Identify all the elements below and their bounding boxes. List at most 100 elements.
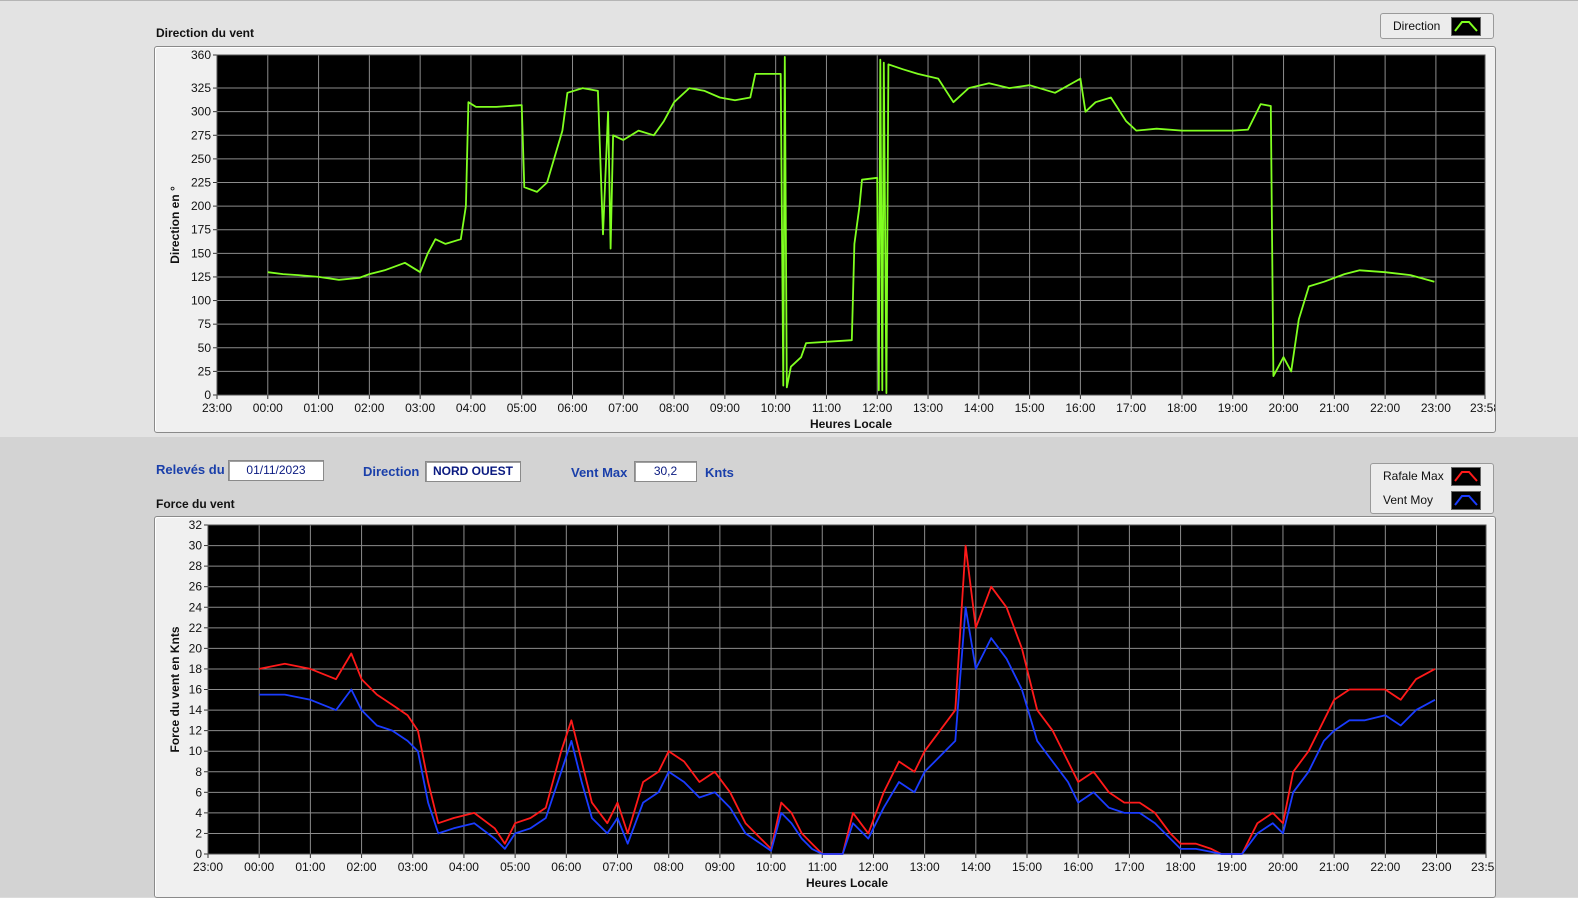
y-tick-label: 4: [195, 806, 202, 820]
y-tick-label: 12: [189, 724, 203, 738]
y-tick-label: 20: [189, 641, 203, 655]
y-tick-label: 28: [189, 559, 203, 573]
force-chart-panel: 23:00 00:00 01:00 02:00 03:00 04:00 05:00 06:00…: [154, 516, 1496, 898]
y-tick-label: 225: [191, 176, 211, 190]
x-tick-label: 10:00: [761, 401, 791, 415]
x-tick-label: 23:00: [202, 401, 232, 415]
y-axis-label: Force du vent en Knts: [168, 626, 182, 752]
x-tick-label: 23:58: [1471, 860, 1495, 874]
y-tick-label: 30: [189, 539, 203, 553]
y-tick-label: 325: [191, 81, 211, 95]
x-tick-label: 06:00: [557, 401, 587, 415]
direction-label: Direction: [363, 464, 420, 479]
y-tick-label: 2: [195, 826, 202, 840]
ventmax-field[interactable]: 30,2: [634, 461, 697, 482]
legend-item-ventmoy[interactable]: Vent Moy: [1371, 488, 1493, 512]
y-tick-label: 100: [191, 294, 211, 308]
x-tick-label: 15:00: [1015, 401, 1045, 415]
x-tick-label: 22:00: [1370, 860, 1400, 874]
x-tick-label: 23:00: [193, 860, 223, 874]
direction-chart-panel: 23:00 00:00 01:00 02:00 03:00 04:00 05:00 06:00…: [154, 46, 1496, 433]
legend-swatch-direction: [1451, 17, 1481, 36]
x-tick-label: 21:00: [1319, 860, 1349, 874]
y-tick-label: 275: [191, 128, 211, 142]
x-tick-label: 18:00: [1167, 401, 1197, 415]
y-tick-label: 10: [189, 744, 203, 758]
x-tick-label: 00:00: [244, 860, 274, 874]
y-tick-label: 8: [195, 765, 202, 779]
x-tick-label: 16:00: [1065, 401, 1095, 415]
legend-item-direction[interactable]: Direction: [1381, 14, 1493, 38]
y-tick-label: 16: [189, 683, 203, 697]
x-tick-label: 05:00: [500, 860, 530, 874]
x-axis-label: Heures Locale: [810, 417, 892, 431]
direction-field[interactable]: NORD OUEST: [425, 461, 521, 482]
x-tick-label: 20:00: [1269, 401, 1299, 415]
x-tick-label: 19:00: [1217, 860, 1247, 874]
x-tick-label: 05:00: [507, 401, 537, 415]
x-tick-label: 14:00: [961, 860, 991, 874]
x-tick-label: 08:00: [659, 401, 689, 415]
date-label: Relevés du: [156, 462, 225, 477]
x-tick-label: 09:00: [710, 401, 740, 415]
direction-chart-title: Direction du vent: [156, 26, 255, 40]
x-tick-label: 02:00: [347, 860, 377, 874]
x-tick-label: 18:00: [1166, 860, 1196, 874]
y-tick-label: 150: [191, 246, 211, 260]
x-tick-label: 15:00: [1012, 860, 1042, 874]
y-tick-label: 0: [204, 388, 211, 402]
x-tick-label: 06:00: [551, 860, 581, 874]
x-tick-label: 13:00: [913, 401, 943, 415]
x-tick-label: 19:00: [1218, 401, 1248, 415]
x-tick-label: 08:00: [654, 860, 684, 874]
y-tick-label: 6: [195, 785, 202, 799]
y-tick-label: 0: [195, 847, 202, 861]
y-tick-label: 25: [198, 364, 212, 378]
x-tick-label: 23:00: [1422, 860, 1452, 874]
legend-item-rafale[interactable]: Rafale Max: [1371, 464, 1493, 488]
ventmax-unit: Knts: [705, 465, 734, 480]
x-tick-label: 22:00: [1370, 401, 1400, 415]
date-field[interactable]: 01/11/2023: [228, 460, 324, 481]
legend-label-rafale: Rafale Max: [1383, 469, 1444, 483]
y-tick-label: 32: [189, 518, 203, 532]
y-tick-label: 18: [189, 662, 203, 676]
y-tick-label: 14: [189, 703, 203, 717]
x-tick-label: 16:00: [1063, 860, 1093, 874]
legend-label-ventmoy: Vent Moy: [1383, 493, 1434, 507]
y-axis-label: Direction en °: [168, 186, 182, 264]
y-tick-label: 175: [191, 223, 211, 237]
y-tick-label: 22: [189, 621, 203, 635]
x-tick-label: 17:00: [1114, 860, 1144, 874]
x-tick-label: 09:00: [705, 860, 735, 874]
x-tick-label: 00:00: [253, 401, 283, 415]
legend-label-direction: Direction: [1393, 19, 1441, 33]
x-tick-label: 23:00: [1421, 401, 1451, 415]
y-tick-label: 75: [198, 317, 212, 331]
x-tick-label: 21:00: [1319, 401, 1349, 415]
x-tick-label: 04:00: [449, 860, 479, 874]
x-axis-label: Heures Locale: [806, 876, 888, 890]
legend-swatch-rafale: [1451, 467, 1481, 486]
y-tick-label: 200: [191, 199, 211, 213]
x-tick-label: 04:00: [456, 401, 486, 415]
x-tick-label: 10:00: [756, 860, 786, 874]
y-tick-label: 125: [191, 270, 211, 284]
direction-chart[interactable]: 23:00 00:00 01:00 02:00 03:00 04:00 05:00 06:00…: [155, 47, 1495, 432]
y-tick-label: 300: [191, 105, 211, 119]
force-chart[interactable]: 23:00 00:00 01:00 02:00 03:00 04:00 05:00 06:00…: [155, 517, 1495, 897]
x-tick-label: 14:00: [964, 401, 994, 415]
x-tick-label: 02:00: [354, 401, 384, 415]
force-legend[interactable]: Rafale Max Vent Moy: [1370, 463, 1494, 514]
x-tick-label: 01:00: [295, 860, 325, 874]
x-tick-label: 03:00: [405, 401, 435, 415]
y-tick-label: 50: [198, 341, 212, 355]
y-tick-label: 250: [191, 152, 211, 166]
x-tick-label: 17:00: [1116, 401, 1146, 415]
y-tick-label: 24: [189, 600, 203, 614]
x-tick-label: 13:00: [910, 860, 940, 874]
ventmax-label: Vent Max: [571, 465, 628, 480]
y-tick-label: 360: [191, 48, 211, 62]
x-tick-label: 23:58: [1470, 401, 1495, 415]
direction-legend[interactable]: Direction: [1380, 13, 1494, 39]
